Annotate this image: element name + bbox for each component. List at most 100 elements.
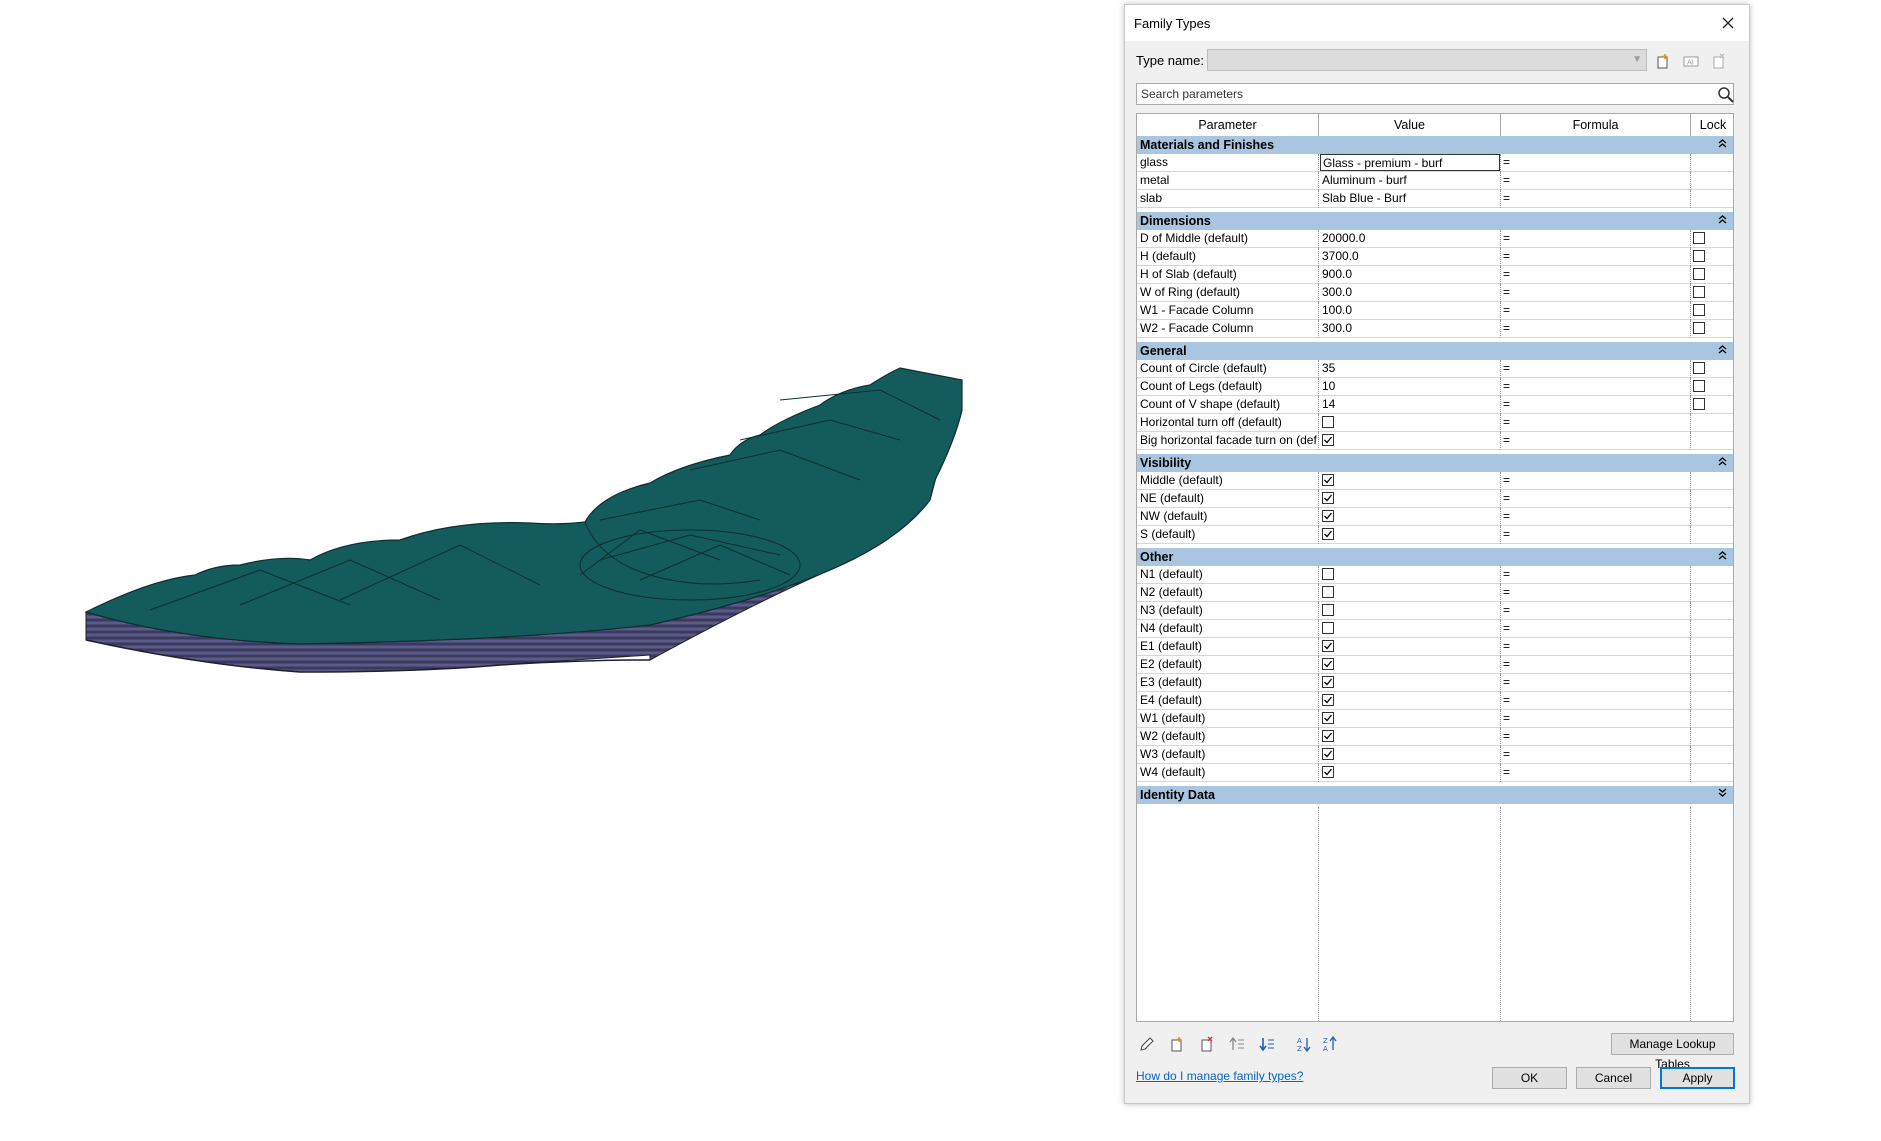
parameter-row[interactable]: E4 (default) =	[1137, 692, 1733, 710]
parameter-row[interactable]: metal Aluminum - burf =	[1137, 172, 1733, 190]
lock-checkbox[interactable]	[1693, 232, 1705, 244]
parameter-row[interactable]: glass Glass - premium - burf =	[1137, 154, 1733, 172]
parameter-row[interactable]: Count of Legs (default) 10 =	[1137, 378, 1733, 396]
parameter-formula[interactable]: =	[1503, 490, 1510, 507]
parameter-formula[interactable]: =	[1503, 674, 1510, 691]
parameter-row[interactable]: Count of V shape (default) 14 =	[1137, 396, 1733, 414]
apply-button[interactable]: Apply	[1660, 1067, 1735, 1089]
lock-checkbox[interactable]	[1693, 268, 1705, 280]
search-button[interactable]	[1717, 86, 1735, 104]
parameter-formula[interactable]: =	[1503, 266, 1510, 283]
ok-button[interactable]: OK	[1492, 1067, 1567, 1089]
value-checkbox-unchecked[interactable]	[1322, 568, 1334, 580]
new-type-button[interactable]	[1653, 51, 1673, 71]
chevron-up-icon[interactable]	[1718, 454, 1727, 472]
lock-checkbox[interactable]	[1693, 250, 1705, 262]
parameter-row[interactable]: N1 (default) =	[1137, 566, 1733, 584]
parameter-row[interactable]: N4 (default) =	[1137, 620, 1733, 638]
parameter-row[interactable]: W4 (default) =	[1137, 764, 1733, 782]
cancel-button[interactable]: Cancel	[1576, 1067, 1651, 1089]
parameter-formula[interactable]: =	[1503, 396, 1510, 413]
parameter-row[interactable]: W1 - Facade Column 100.0 =	[1137, 302, 1733, 320]
column-header-parameter[interactable]: Parameter	[1137, 114, 1319, 136]
lock-checkbox[interactable]	[1693, 286, 1705, 298]
model-viewport[interactable]	[0, 0, 1110, 1138]
value-checkbox-checked[interactable]	[1322, 528, 1334, 540]
value-checkbox-unchecked[interactable]	[1322, 586, 1334, 598]
parameter-row[interactable]: Count of Circle (default) 35 =	[1137, 360, 1733, 378]
parameter-value[interactable]: Slab Blue - Burf	[1322, 190, 1502, 207]
move-parameter-down-button[interactable]	[1256, 1033, 1278, 1055]
help-link[interactable]: How do I manage family types?	[1136, 1069, 1303, 1083]
parameter-formula[interactable]: =	[1503, 378, 1510, 395]
parameter-row[interactable]: E2 (default) =	[1137, 656, 1733, 674]
parameter-formula[interactable]: =	[1503, 764, 1510, 781]
parameter-formula[interactable]: =	[1503, 566, 1510, 583]
parameter-row[interactable]: Middle (default) =	[1137, 472, 1733, 490]
parameter-formula[interactable]: =	[1503, 320, 1510, 337]
chevron-up-icon[interactable]	[1718, 212, 1727, 230]
parameter-formula[interactable]: =	[1503, 172, 1510, 189]
lock-checkbox[interactable]	[1693, 362, 1705, 374]
parameter-formula[interactable]: =	[1503, 302, 1510, 319]
parameter-value[interactable]: 20000.0	[1322, 230, 1502, 247]
delete-parameter-button[interactable]	[1196, 1033, 1218, 1055]
parameter-row[interactable]: slab Slab Blue - Burf =	[1137, 190, 1733, 208]
lock-checkbox[interactable]	[1693, 322, 1705, 334]
column-header-formula[interactable]: Formula	[1501, 114, 1691, 136]
value-checkbox-checked[interactable]	[1322, 676, 1334, 688]
new-parameter-button[interactable]	[1166, 1033, 1188, 1055]
parameter-row[interactable]: W2 - Facade Column 300.0 =	[1137, 320, 1733, 338]
search-parameters-input[interactable]	[1136, 83, 1734, 105]
close-button[interactable]	[1713, 9, 1743, 37]
parameter-row[interactable]: E3 (default) =	[1137, 674, 1733, 692]
group-header[interactable]: Visibility	[1137, 454, 1733, 472]
edit-parameter-button[interactable]	[1136, 1033, 1158, 1055]
parameter-formula[interactable]: =	[1503, 638, 1510, 655]
parameter-formula[interactable]: =	[1503, 248, 1510, 265]
parameter-formula[interactable]: =	[1503, 360, 1510, 377]
value-checkbox-checked[interactable]	[1322, 640, 1334, 652]
parameter-row[interactable]: E1 (default) =	[1137, 638, 1733, 656]
sort-ascending-button[interactable]: AZ	[1293, 1033, 1315, 1055]
lock-checkbox[interactable]	[1693, 380, 1705, 392]
parameter-row[interactable]: NE (default) =	[1137, 490, 1733, 508]
value-checkbox-unchecked[interactable]	[1322, 416, 1334, 428]
parameter-value[interactable]: Aluminum - burf	[1322, 172, 1502, 189]
parameter-value[interactable]: 14	[1322, 396, 1502, 413]
parameter-formula[interactable]: =	[1503, 620, 1510, 637]
parameter-row[interactable]: N3 (default) =	[1137, 602, 1733, 620]
parameter-formula[interactable]: =	[1503, 728, 1510, 745]
parameter-formula[interactable]: =	[1503, 472, 1510, 489]
group-header[interactable]: General	[1137, 342, 1733, 360]
parameter-value[interactable]: 900.0	[1322, 266, 1502, 283]
value-checkbox-checked[interactable]	[1322, 434, 1334, 446]
column-header-lock[interactable]: Lock	[1691, 114, 1733, 136]
parameter-value[interactable]: Glass - premium - burf	[1320, 154, 1500, 171]
value-checkbox-checked[interactable]	[1322, 510, 1334, 522]
value-checkbox-checked[interactable]	[1322, 712, 1334, 724]
value-checkbox-unchecked[interactable]	[1322, 622, 1334, 634]
parameter-value[interactable]: 100.0	[1322, 302, 1502, 319]
parameter-formula[interactable]: =	[1503, 656, 1510, 673]
parameter-formula[interactable]: =	[1503, 432, 1510, 449]
value-checkbox-checked[interactable]	[1322, 658, 1334, 670]
rename-type-button[interactable]: AI	[1681, 51, 1701, 71]
parameter-value[interactable]: 300.0	[1322, 284, 1502, 301]
parameter-formula[interactable]: =	[1503, 710, 1510, 727]
lock-checkbox[interactable]	[1693, 398, 1705, 410]
parameter-value[interactable]: 3700.0	[1322, 248, 1502, 265]
value-checkbox-checked[interactable]	[1322, 492, 1334, 504]
move-parameter-up-button[interactable]	[1226, 1033, 1248, 1055]
parameter-formula[interactable]: =	[1503, 584, 1510, 601]
parameter-row[interactable]: D of Middle (default) 20000.0 =	[1137, 230, 1733, 248]
chevron-up-icon[interactable]	[1718, 342, 1727, 360]
parameter-row[interactable]: H (default) 3700.0 =	[1137, 248, 1733, 266]
parameter-formula[interactable]: =	[1503, 508, 1510, 525]
column-header-value[interactable]: Value	[1319, 114, 1501, 136]
parameter-row[interactable]: N2 (default) =	[1137, 584, 1733, 602]
parameter-row[interactable]: Horizontal turn off (default) =	[1137, 414, 1733, 432]
chevron-up-icon[interactable]	[1718, 136, 1727, 154]
parameter-value[interactable]: 35	[1322, 360, 1502, 377]
parameter-formula[interactable]: =	[1503, 230, 1510, 247]
